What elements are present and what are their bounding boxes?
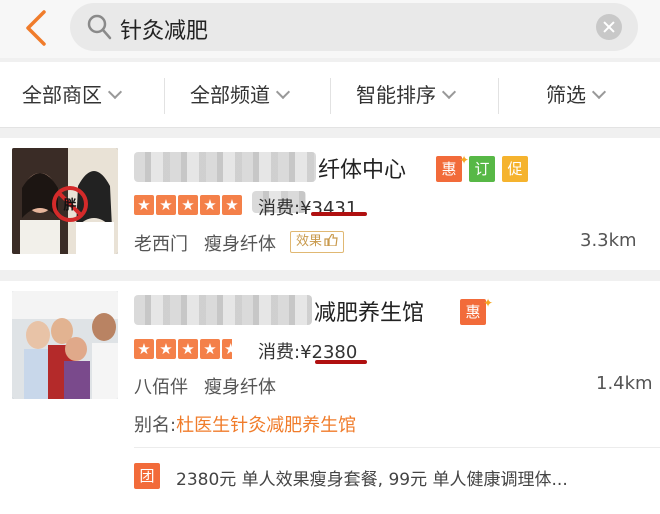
alias-label: 别名: [134, 415, 177, 436]
alias-text: 别名:杜医生针灸减肥养生馆 [134, 411, 356, 437]
filter-label: 智能排序 [356, 83, 436, 107]
effect-tag: 效果 [290, 231, 345, 253]
shop-thumbnail [12, 291, 118, 399]
price-label: 消费: [258, 198, 301, 219]
star-icon: ★ [200, 195, 220, 215]
price-label: 消费: [258, 342, 301, 363]
chevron-down-icon [275, 84, 291, 100]
thumbs-up-icon [324, 233, 338, 247]
deal-text: 2380元 单人效果瘦身套餐, 99元 单人健康调理体... [176, 470, 568, 490]
filter-label: 筛选 [546, 83, 586, 107]
top-bar: 针灸减肥 [0, 0, 660, 58]
blurred-shop-name [134, 295, 312, 325]
search-bar[interactable]: 针灸减肥 [70, 3, 638, 51]
star-icon: ★ [178, 195, 198, 215]
blurred-shop-name [134, 152, 316, 182]
badge-label: 订 [474, 160, 490, 178]
group-buy-icon: 团 [134, 463, 160, 489]
filter-bar: 全部商区 全部频道 智能排序 筛选 [0, 62, 660, 128]
filter-screen[interactable]: 筛选 [546, 62, 607, 128]
badge-label: 团 [139, 467, 155, 485]
area-label: 八佰伴 [134, 377, 188, 398]
clear-icon[interactable] [596, 14, 622, 40]
star-icon: ★ [156, 195, 176, 215]
rating-stars: ★ ★ ★ ★ ★ [134, 339, 242, 359]
star-icon: ★ [178, 339, 198, 359]
category-label: 瘦身纤体 [204, 377, 276, 398]
star-icon: ★ [156, 339, 176, 359]
category-label: 瘦身纤体 [204, 234, 276, 255]
promo-badge: 促 [502, 156, 528, 182]
badge-label: 惠 [441, 160, 457, 178]
spark-icon: ✦ [458, 153, 469, 167]
result-card[interactable]: 减肥养生馆 惠 ✦ ★ ★ ★ ★ ★ 消费:¥2380 八佰伴 瘦身纤体 1.4… [0, 281, 660, 514]
price-underline [311, 212, 367, 216]
star-icon: ★ [134, 339, 154, 359]
badge-label: 促 [507, 160, 523, 178]
price-underline [315, 360, 367, 364]
filter-channel[interactable]: 全部频道 [190, 62, 291, 128]
tag-label: 效果 [296, 234, 323, 249]
distance: 1.4km [596, 373, 653, 394]
chevron-down-icon [591, 84, 607, 100]
shop-name[interactable]: 纤体中心 [318, 152, 406, 184]
chevron-down-icon [441, 84, 457, 100]
filter-sort[interactable]: 智能排序 [356, 62, 457, 128]
back-button[interactable] [20, 8, 56, 48]
booking-badge: 订 [469, 156, 495, 182]
search-query[interactable]: 针灸减肥 [120, 13, 208, 45]
thumbnail-image [12, 291, 118, 399]
star-icon: ★ [200, 339, 220, 359]
result-card[interactable]: 胖 纤体中心 惠 ✦ 订 促 ★ ★ ★ ★ ★ 消费:¥3431 老西门 瘦身纤… [0, 138, 660, 270]
shop-thumbnail: 胖 [12, 148, 118, 254]
currency-symbol: ¥ [300, 198, 312, 219]
thumbnail-image: 胖 [12, 148, 118, 254]
distance: 3.3km [580, 230, 637, 251]
area-label: 老西门 [134, 234, 188, 255]
spark-icon: ✦ [482, 296, 493, 310]
filter-business-area[interactable]: 全部商区 [22, 62, 123, 128]
divider [330, 78, 331, 114]
filter-label: 全部频道 [190, 83, 270, 107]
currency-symbol: ¥ [300, 342, 312, 363]
back-arrow-icon [26, 10, 46, 46]
discount-badge: 惠 ✦ [436, 153, 469, 182]
badge-label: 惠 [465, 303, 481, 321]
star-icon: ★ [222, 195, 242, 215]
discount-badge: 惠 ✦ [460, 296, 493, 325]
divider [498, 78, 499, 114]
rating-stars: ★ ★ ★ ★ ★ [134, 195, 242, 215]
price-info: 消费:¥3431 [258, 194, 357, 220]
filter-label: 全部商区 [22, 83, 102, 107]
svg-text:胖: 胖 [62, 197, 76, 213]
divider [134, 447, 660, 448]
search-icon [87, 14, 112, 40]
star-icon: ★ [134, 195, 154, 215]
divider [164, 78, 165, 114]
chevron-down-icon [107, 84, 123, 100]
half-star-icon: ★ [222, 339, 232, 359]
alias-value: 杜医生针灸减肥养生馆 [176, 415, 357, 436]
shop-name[interactable]: 减肥养生馆 [314, 295, 424, 327]
